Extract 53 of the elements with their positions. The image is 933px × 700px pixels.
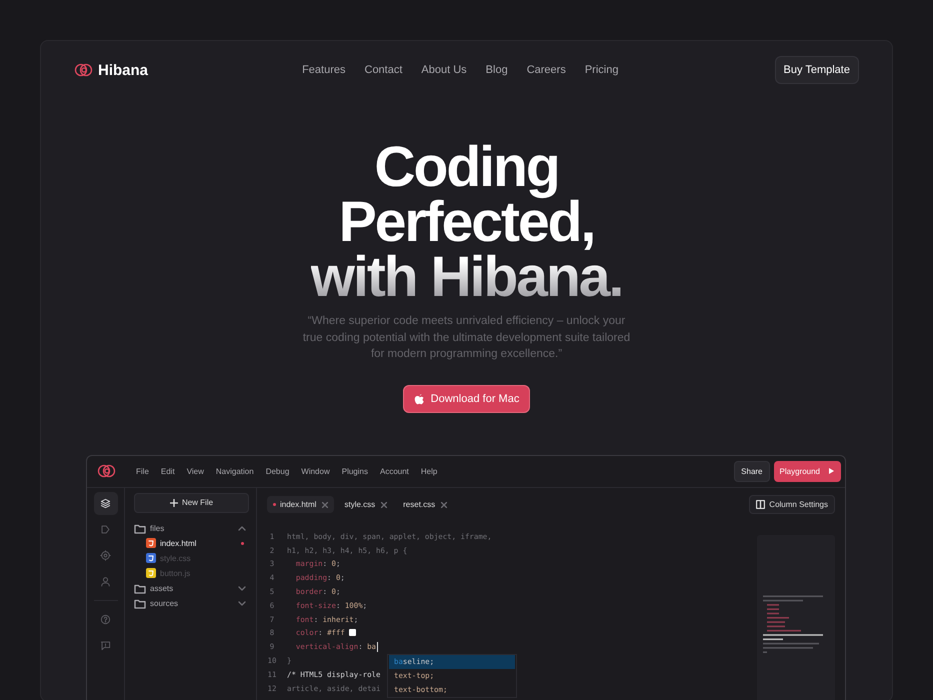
menu-item[interactable]: Account [380, 466, 409, 476]
menu-item[interactable]: Debug [266, 466, 290, 476]
file-icon [146, 568, 156, 578]
folder-item[interactable]: sources [134, 596, 250, 610]
close-icon [322, 502, 328, 508]
file-tab[interactable]: reset.css [397, 496, 454, 513]
hero-quote: “Where superior code meets unrivaled efficiency – unlock your true coding potential with the ultimate development suite tailored for modern programming excellence.” [302, 314, 632, 362]
hero-title: Coding Perfected, with Hibana. [310, 140, 622, 305]
nav-link[interactable]: Features [302, 64, 346, 76]
new-file-button[interactable]: New File [134, 492, 249, 512]
columns-icon [756, 500, 766, 509]
nav-link[interactable]: Careers [526, 64, 566, 76]
plus-icon [170, 498, 178, 506]
help-icon [100, 614, 111, 624]
folder-icon [134, 522, 146, 534]
column-settings-button[interactable]: Column Settings [749, 495, 835, 514]
buy-template-button[interactable]: Buy Template [774, 56, 859, 84]
file-icon [146, 538, 156, 548]
brand-name: Hibana [98, 62, 148, 78]
menu-item[interactable]: Edit [160, 466, 175, 476]
layers-button[interactable] [94, 492, 118, 514]
message-icon [100, 640, 111, 650]
menu-item[interactable]: Window [301, 466, 330, 476]
menu-item[interactable]: Navigation [216, 466, 254, 476]
file-tab[interactable]: style.css [338, 496, 394, 513]
folder-item[interactable]: files [134, 520, 250, 536]
download-button[interactable]: Download for Mac [402, 384, 530, 412]
close-icon [441, 502, 448, 508]
nav-link[interactable]: About Us [421, 64, 467, 76]
menu-item[interactable]: File [136, 466, 149, 476]
close-icon [381, 502, 388, 508]
tree-file[interactable]: index.html [134, 536, 250, 550]
nav-link[interactable]: Contact [364, 64, 402, 76]
share-button[interactable]: Share [734, 460, 770, 482]
user-icon [100, 576, 111, 586]
file-tab[interactable]: index.html [267, 496, 334, 513]
settings-icon [100, 550, 111, 560]
folder-icon [134, 598, 146, 608]
play-icon [828, 467, 835, 475]
menu-item[interactable]: Help [420, 466, 438, 476]
layers-icon [100, 498, 111, 508]
menu-item[interactable]: View [186, 466, 204, 476]
folder-item[interactable]: assets [134, 580, 250, 596]
logo-icon [74, 61, 93, 79]
menu-item[interactable]: Plugins [342, 466, 368, 476]
playground-button[interactable]: Playground [774, 460, 841, 482]
nav-link[interactable]: Pricing [584, 64, 618, 76]
tag-icon [100, 524, 111, 534]
nav-link[interactable]: Blog [486, 64, 508, 76]
logo-icon [97, 462, 116, 480]
file-icon [146, 553, 156, 563]
apple-icon [414, 392, 425, 404]
folder-icon [134, 582, 146, 594]
